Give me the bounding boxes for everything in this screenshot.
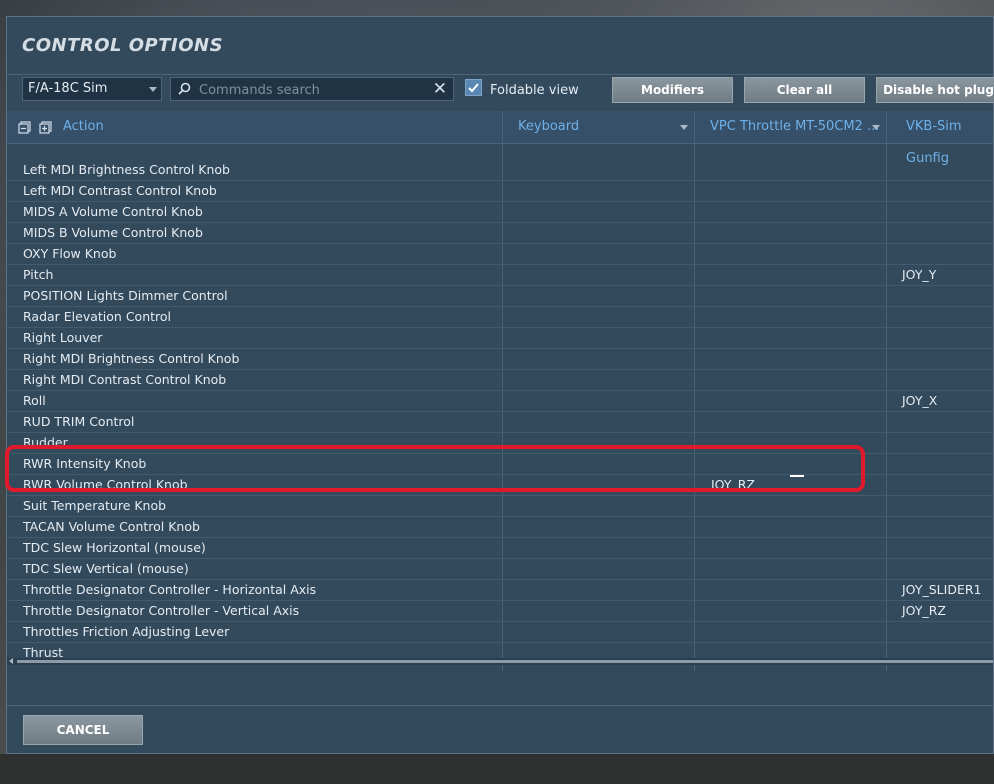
table-row[interactable]: Right MDI Brightness Control Knob <box>7 349 993 370</box>
column-header-action[interactable]: Action <box>63 111 501 143</box>
column-header-vpc-throttle[interactable]: VPC Throttle MT-50CM2 ... <box>710 111 886 143</box>
vkb-binding-cell[interactable]: JOY_RZ <box>902 603 946 618</box>
bindings-grid: Action Keyboard VPC Throttle MT-50CM2 ..… <box>7 111 993 671</box>
action-cell: TACAN Volume Control Knob <box>23 519 200 534</box>
table-row[interactable]: Throttle Designator Controller - Horizon… <box>7 580 993 601</box>
action-cell: MIDS B Volume Control Knob <box>23 225 203 240</box>
action-cell: Right Louver <box>23 330 103 345</box>
chevron-down-icon[interactable] <box>872 125 880 130</box>
dialog-title: CONTROL OPTIONS <box>22 35 224 56</box>
horizontal-scrollbar[interactable] <box>7 658 993 665</box>
expand-all-icon[interactable] <box>39 121 52 134</box>
cancel-button[interactable]: CANCEL <box>23 715 143 745</box>
search-icon <box>178 82 191 95</box>
action-cell: Suit Temperature Knob <box>23 498 167 513</box>
commands-search-box: ✕ <box>170 77 454 101</box>
commands-search-input[interactable] <box>197 80 421 100</box>
foldable-view-label: Foldable view <box>490 83 579 98</box>
footer-divider <box>7 705 993 706</box>
action-cell: Throttle Designator Controller - Vertica… <box>23 603 300 618</box>
highlight-annotation <box>5 445 865 492</box>
disable-hot-plug-button[interactable]: Disable hot plug <box>876 77 994 103</box>
action-cell: MIDS A Volume Control Knob <box>23 204 203 219</box>
table-row[interactable]: RUD TRIM Control <box>7 412 993 433</box>
table-row[interactable]: TACAN Volume Control Knob <box>7 517 993 538</box>
table-row[interactable]: Pitch JOY_Y <box>7 265 993 286</box>
scroll-left-icon[interactable] <box>9 658 13 664</box>
aircraft-select[interactable]: F/A-18C Sim <box>22 77 162 101</box>
column-header-vkb-gunfighter[interactable]: VKB-Sim Gunfig <box>906 111 993 166</box>
action-cell: OXY Flow Knob <box>23 246 117 261</box>
chevron-down-icon <box>149 87 157 92</box>
title-divider <box>7 74 993 75</box>
table-row[interactable]: Left MDI Brightness Control Knob <box>7 160 993 181</box>
foldable-view-checkbox[interactable] <box>465 79 482 96</box>
table-row[interactable]: Suit Temperature Knob <box>7 496 993 517</box>
action-cell: TDC Slew Horizontal (mouse) <box>23 540 206 555</box>
action-cell: Right MDI Contrast Control Knob <box>23 372 227 387</box>
vkb-binding-cell[interactable]: JOY_SLIDER1 <box>902 582 981 597</box>
action-cell: Throttles Friction Adjusting Lever <box>23 624 230 639</box>
column-header-keyboard[interactable]: Keyboard <box>518 111 694 143</box>
action-cell: Roll <box>23 393 46 408</box>
action-cell: Left MDI Brightness Control Knob <box>23 162 230 177</box>
table-row[interactable]: POSITION Lights Dimmer Control <box>7 286 993 307</box>
cockpit-panel-strip <box>0 754 994 784</box>
text-cursor <box>790 475 804 477</box>
chevron-down-icon[interactable] <box>680 125 688 130</box>
table-row[interactable]: MIDS B Volume Control Knob <box>7 223 993 244</box>
action-cell: RUD TRIM Control <box>23 414 135 429</box>
table-row[interactable]: Throttles Friction Adjusting Lever <box>7 622 993 643</box>
clear-search-icon[interactable]: ✕ <box>433 78 447 100</box>
table-row[interactable]: Radar Elevation Control <box>7 307 993 328</box>
action-cell: Right MDI Brightness Control Knob <box>23 351 240 366</box>
toolbar: F/A-18C Sim ✕ Foldable view Modifiers Cl… <box>7 77 994 111</box>
column-header-vpc-throttle-label: VPC Throttle MT-50CM2 ... <box>710 119 880 134</box>
grid-header: Action Keyboard VPC Throttle MT-50CM2 ..… <box>7 111 993 166</box>
modifiers-button[interactable]: Modifiers <box>612 77 733 103</box>
action-cell: POSITION Lights Dimmer Control <box>23 288 228 303</box>
checkmark-icon <box>468 83 479 93</box>
control-options-dialog: CONTROL OPTIONS F/A-18C Sim ✕ Foldable v… <box>6 16 994 754</box>
table-row[interactable]: Throttle Designator Controller - Vertica… <box>7 601 993 622</box>
action-cell: Left MDI Contrast Control Knob <box>23 183 217 198</box>
action-cell: Throttle Designator Controller - Horizon… <box>23 582 317 597</box>
clear-all-button[interactable]: Clear all <box>744 77 865 103</box>
table-row[interactable]: TDC Slew Vertical (mouse) <box>7 559 993 580</box>
collapse-all-icon[interactable] <box>18 121 31 134</box>
table-row[interactable]: Right Louver <box>7 328 993 349</box>
column-header-keyboard-label: Keyboard <box>518 119 580 134</box>
table-row[interactable]: Left MDI Contrast Control Knob <box>7 181 993 202</box>
scrollbar-thumb[interactable] <box>17 660 993 663</box>
action-cell: Pitch <box>23 267 54 282</box>
vkb-binding-cell[interactable]: JOY_Y <box>902 267 936 282</box>
table-row[interactable]: MIDS A Volume Control Knob <box>7 202 993 223</box>
table-row[interactable]: Roll JOY_X <box>7 391 993 412</box>
action-cell: Radar Elevation Control <box>23 309 171 324</box>
aircraft-select-value: F/A-18C Sim <box>28 81 108 96</box>
vkb-binding-cell[interactable]: JOY_X <box>902 393 937 408</box>
action-cell: TDC Slew Vertical (mouse) <box>23 561 189 576</box>
table-row[interactable]: OXY Flow Knob <box>7 244 993 265</box>
table-row[interactable]: Right MDI Contrast Control Knob <box>7 370 993 391</box>
table-row[interactable]: TDC Slew Horizontal (mouse) <box>7 538 993 559</box>
